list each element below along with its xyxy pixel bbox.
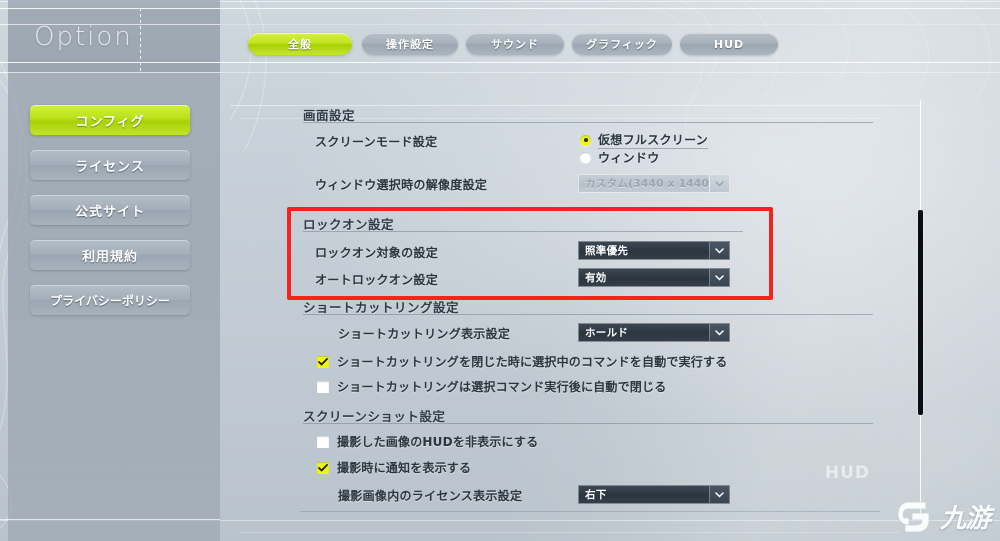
- tab-label: グラフィック: [586, 38, 658, 51]
- checkbox-row-auto-execute[interactable]: ショートカットリングを閉じた時に選択中のコマンドを自動で実行する: [317, 353, 727, 370]
- dropdown-value: カスタム(3440 x 1440): [585, 178, 709, 190]
- label-resolution: ウィンドウ選択時の解像度設定: [315, 178, 488, 192]
- checkbox-row-hide-hud[interactable]: 撮影した画像のHUDを非表示にする: [317, 433, 538, 450]
- sidebar-line-footer: [0, 519, 220, 520]
- sidebar-line-top: [0, 8, 220, 9]
- jiuyou-logo-icon: [897, 501, 930, 532]
- dropdown-value: 照準優先: [585, 245, 629, 257]
- dropdown-lockon-target[interactable]: 照準優先: [578, 241, 730, 260]
- watermark-ghost-text: HUD: [824, 463, 870, 483]
- dropdown-value: 有効: [585, 272, 607, 284]
- tab-label: 全般: [288, 38, 312, 51]
- chevron-down-icon: [709, 242, 729, 259]
- dropdown-license-display[interactable]: 右下: [578, 485, 730, 504]
- label-license-display: 撮影画像内のライセンス表示設定: [338, 489, 523, 503]
- tab-hud[interactable]: HUD: [680, 33, 778, 55]
- checkbox-unchecked-icon: [317, 435, 329, 448]
- sidebar-item-label: 利用規約: [81, 249, 138, 265]
- chevron-down-icon: [709, 269, 729, 286]
- checkbox-label: ショートカットリングは選択コマンド実行後に自動で閉じる: [337, 380, 667, 394]
- radio-window[interactable]: ウィンドウ: [580, 149, 660, 166]
- tab-sound[interactable]: サウンド: [466, 33, 564, 55]
- section-rule-shortcutring: [303, 314, 873, 315]
- sidebar-line-bottom: [0, 62, 220, 63]
- sidebar-item-config[interactable]: コンフィグ: [30, 105, 190, 135]
- label-screen-mode: スクリーンモード設定: [315, 135, 438, 149]
- sidebar-line-bottom-2: [0, 72, 220, 73]
- sidebar-item-label: ライセンス: [75, 159, 145, 175]
- scrollbar-thumb[interactable]: [918, 210, 923, 415]
- checkbox-label: 撮影時に通知を表示する: [337, 461, 472, 475]
- dropdown-value: 右下: [585, 489, 607, 501]
- checkbox-label: ショートカットリングを閉じた時に選択中のコマンドを自動で実行する: [337, 355, 728, 369]
- sidebar-item-label: プライバシーポリシー: [50, 293, 170, 308]
- dropdown-auto-lockon[interactable]: 有効: [578, 268, 730, 287]
- radio-virtual-fullscreen[interactable]: 仮想フルスクリーン: [580, 131, 709, 149]
- tab-label: サウンド: [491, 38, 539, 51]
- guide-line-bottom-2: [240, 532, 900, 533]
- watermark: 九游: [896, 498, 991, 535]
- dropdown-value: ホールド: [585, 327, 629, 339]
- section-rule-screenshot: [303, 423, 873, 424]
- checkbox-row-auto-close[interactable]: ショートカットリングは選択コマンド実行後に自動で閉じる: [317, 378, 666, 395]
- content-bottom-rule: [300, 511, 880, 512]
- checkbox-checked-icon: [317, 355, 329, 368]
- dropdown-resolution[interactable]: カスタム(3440 x 1440): [578, 174, 730, 193]
- sidebar-item-official-site[interactable]: 公式サイト: [30, 195, 190, 225]
- radio-label: 仮想フルスクリーン: [598, 133, 709, 149]
- sidebar-panel: [8, 0, 220, 541]
- chevron-down-icon: [709, 324, 729, 341]
- label-shortcutring-display: ショートカットリング表示設定: [338, 327, 511, 341]
- checkbox-unchecked-icon: [317, 380, 329, 393]
- sidebar-item-license[interactable]: ライセンス: [30, 150, 190, 180]
- sidebar-item-label: コンフィグ: [75, 114, 145, 130]
- sidebar-item-privacy-policy[interactable]: プライバシーポリシー: [30, 285, 190, 315]
- tab-graphics[interactable]: グラフィック: [572, 33, 672, 55]
- sidebar-item-terms[interactable]: 利用規約: [30, 240, 190, 270]
- chevron-down-icon: [709, 486, 729, 503]
- label-auto-lockon: オートロックオン設定: [315, 273, 439, 287]
- chevron-down-icon: [709, 175, 729, 192]
- tab-controls[interactable]: 操作設定: [362, 33, 458, 55]
- section-rule-display: [303, 122, 873, 123]
- radio-off-icon: [580, 152, 591, 163]
- watermark-text: 九游: [939, 504, 991, 534]
- checkbox-label: 撮影した画像のHUDを非表示にする: [337, 435, 539, 449]
- radio-on-icon: [580, 134, 591, 146]
- tab-label: HUD: [713, 37, 745, 51]
- label-lockon-target: ロックオン対象の設定: [315, 246, 439, 260]
- section-rule-lockon: [303, 231, 743, 232]
- tab-general[interactable]: 全般: [248, 33, 352, 55]
- sidebar-dotted-divider: [140, 8, 141, 72]
- sidebar-item-label: 公式サイト: [74, 204, 145, 220]
- checkbox-row-show-notification[interactable]: 撮影時に通知を表示する: [317, 459, 471, 476]
- checkbox-checked-icon: [317, 461, 329, 474]
- dropdown-shortcutring-display[interactable]: ホールド: [578, 323, 730, 342]
- radio-label: ウィンドウ: [598, 151, 660, 165]
- tab-label: 操作設定: [386, 38, 434, 51]
- page-title: Option: [34, 22, 133, 52]
